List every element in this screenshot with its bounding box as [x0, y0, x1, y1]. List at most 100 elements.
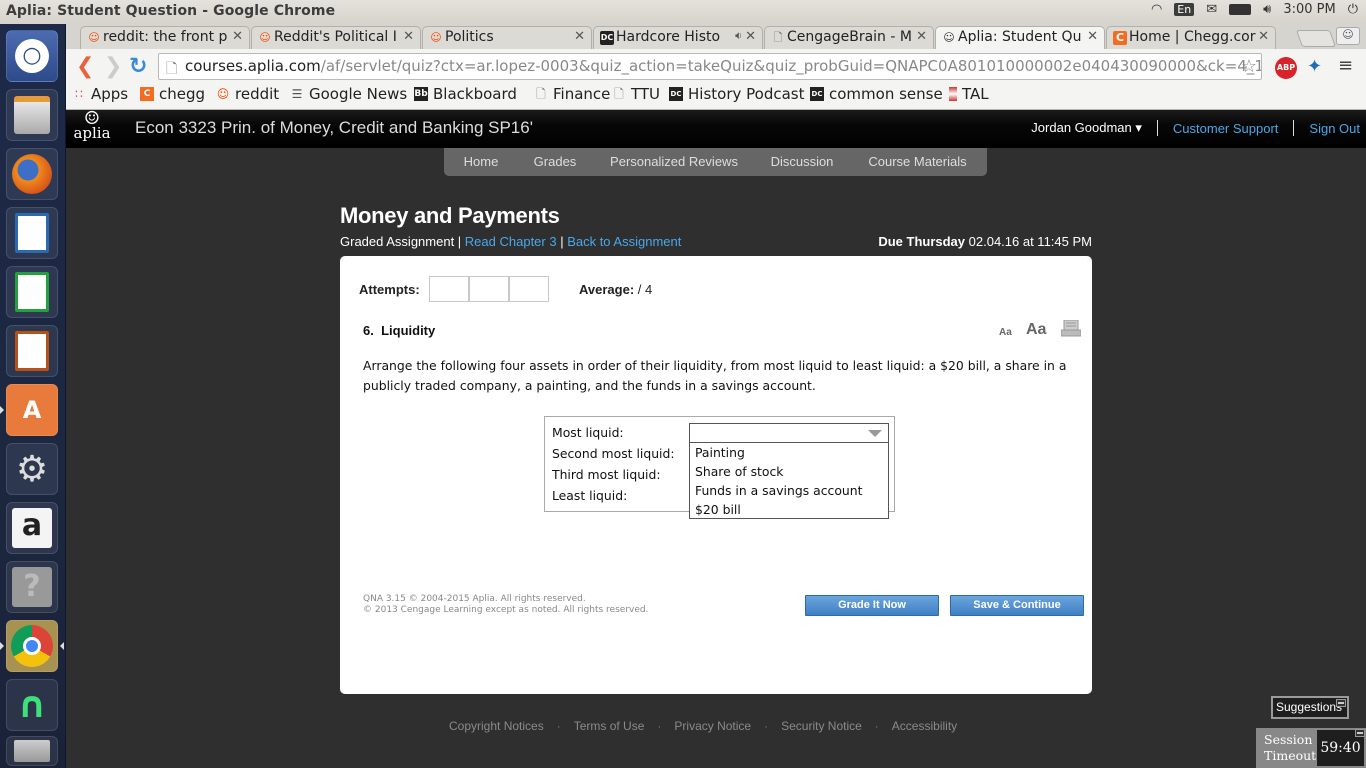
- aplia-header: ☺ aplia Econ 3323 Prin. of Money, Credit …: [66, 110, 1366, 148]
- running-indicator: [0, 642, 4, 650]
- close-tab-icon[interactable]: ✕: [1258, 29, 1269, 44]
- bookmark-finance[interactable]: 🗋 Finance: [534, 85, 610, 103]
- minimize-icon[interactable]: [1355, 729, 1365, 737]
- tab-politics[interactable]: ☺ Politics ✕: [422, 26, 592, 49]
- bookmark-common-sense[interactable]: DC common sense: [810, 85, 943, 103]
- apps-grid-icon: ∷: [75, 87, 83, 101]
- dropdown-option-share-of-stock[interactable]: Share of stock: [695, 464, 783, 479]
- window-title: Aplia: Student Question - Google Chrome: [6, 3, 336, 19]
- bookmarks-bar: ∷ Apps Cchegg ☺ reddit ☰ Google News Bb Blac…: [66, 84, 1366, 110]
- footer-accessibility-link[interactable]: Accessibility: [892, 719, 957, 733]
- firefox-icon[interactable]: [6, 148, 58, 200]
- back-button[interactable]: ❮: [76, 54, 94, 79]
- tab-chegg-home[interactable]: C Home | Chegg.cor ✕: [1106, 26, 1276, 49]
- reddit-icon: ☺: [259, 31, 271, 44]
- dropdown-option-painting[interactable]: Painting: [695, 445, 745, 460]
- most-liquid-select[interactable]: [689, 423, 889, 443]
- profile-button[interactable]: ☺: [1336, 27, 1360, 45]
- bookmark-chegg[interactable]: Cchegg: [140, 85, 205, 103]
- bookmark-google-news[interactable]: ☰ Google News: [290, 85, 408, 103]
- calc-icon[interactable]: [6, 266, 58, 318]
- answer-label-most: Most liquid:: [552, 425, 624, 440]
- file-cabinet-icon[interactable]: [6, 89, 58, 141]
- suggestions-widget[interactable]: Suggestions: [1271, 696, 1349, 719]
- grade-it-now-button[interactable]: Grade It Now: [805, 595, 939, 616]
- dropdown-option-20-bill[interactable]: $20 bill: [695, 502, 741, 517]
- tab-hardcore-history[interactable]: DC Hardcore Histo 🔉︎ ✕: [593, 26, 763, 49]
- bookmark-blackboard[interactable]: Bb Blackboard: [414, 85, 517, 103]
- settings-wrench-icon[interactable]: ⚙: [6, 443, 58, 495]
- reload-button[interactable]: ↻: [129, 54, 147, 79]
- power-icon[interactable]: ⏻: [1348, 2, 1358, 17]
- assignment-type: Graded Assignment: [340, 234, 455, 249]
- close-tab-icon[interactable]: ✕: [232, 29, 243, 44]
- bookmark-apps[interactable]: ∷ Apps: [72, 85, 128, 103]
- new-tab-button[interactable]: [1295, 30, 1337, 47]
- tab-reddit-front[interactable]: ☺ reddit: the front p ✕: [80, 26, 250, 49]
- footer-security-link[interactable]: Security Notice: [781, 719, 862, 733]
- close-tab-icon[interactable]: ✕: [916, 29, 927, 44]
- adblock-plus-icon[interactable]: ABP: [1275, 57, 1297, 79]
- close-tab-icon[interactable]: ✕: [403, 29, 414, 44]
- footer-terms-link[interactable]: Terms of Use: [574, 719, 645, 733]
- nav-personalized-reviews[interactable]: Personalized Reviews: [592, 148, 756, 176]
- dropdown-option-savings-funds[interactable]: Funds in a savings account: [695, 483, 862, 498]
- bookmark-star-icon[interactable]: ☆: [1241, 56, 1257, 77]
- nav-discussion[interactable]: Discussion: [756, 148, 848, 176]
- save-continue-button[interactable]: Save & Continue: [950, 595, 1084, 616]
- writer-icon[interactable]: [6, 207, 58, 259]
- bookmark-tal[interactable]: TAL: [949, 85, 989, 103]
- bookmark-history-podcast[interactable]: DC History Podcast: [669, 85, 804, 103]
- battery-icon[interactable]: [1229, 4, 1252, 15]
- chrome-icon[interactable]: [6, 620, 58, 672]
- clock[interactable]: 3:00 PM: [1283, 2, 1335, 17]
- footer-copyright-link[interactable]: Copyright Notices: [449, 719, 544, 733]
- aplia-page: ☺ aplia Econ 3323 Prin. of Money, Credit …: [66, 110, 1366, 768]
- nav-course-materials[interactable]: Course Materials: [848, 148, 987, 176]
- wifi-icon[interactable]: ◠: [1151, 2, 1162, 17]
- amazon-icon[interactable]: a: [6, 502, 58, 554]
- question-title: 6. Liquidity: [363, 323, 436, 338]
- answer-box: Most liquid: Second most liquid: Third m…: [544, 416, 895, 519]
- close-tab-icon[interactable]: ✕: [574, 29, 585, 44]
- question-mark-icon[interactable]: ?: [6, 561, 58, 613]
- headphones-icon[interactable]: ∩: [6, 679, 58, 731]
- aplia-logo[interactable]: ☺ aplia: [70, 110, 114, 141]
- bookmark-reddit[interactable]: ☺ reddit: [216, 85, 279, 103]
- close-tab-icon[interactable]: ✕: [1087, 29, 1098, 44]
- answer-label-least: Least liquid:: [552, 488, 628, 503]
- nav-home[interactable]: Home: [444, 148, 518, 176]
- chrome-menu-icon[interactable]: ≡: [1338, 55, 1353, 76]
- bookmark-ttu[interactable]: 🗋 TTU: [612, 85, 660, 103]
- font-size-small-button[interactable]: Aa: [999, 327, 1012, 338]
- read-chapter-link[interactable]: Read Chapter 3: [465, 234, 557, 249]
- impress-icon[interactable]: [6, 325, 58, 377]
- os-top-panel: Aplia: Student Question - Google Chrome …: [0, 0, 1366, 24]
- divider: [1156, 120, 1158, 136]
- tab-reddit-political[interactable]: ☺ Reddit's Political I ✕: [251, 26, 421, 49]
- font-size-large-button[interactable]: Aa: [1026, 321, 1046, 339]
- tab-aplia-active[interactable]: ☺ Aplia: Student Qu ✕: [935, 26, 1105, 49]
- extension-icon[interactable]: ✦: [1307, 56, 1322, 77]
- answer-label-second: Second most liquid:: [552, 446, 675, 461]
- forward-button[interactable]: ❯: [104, 54, 122, 79]
- sign-out-link[interactable]: Sign Out: [1309, 121, 1360, 136]
- nav-grades[interactable]: Grades: [518, 148, 592, 176]
- footer-privacy-link[interactable]: Privacy Notice: [674, 719, 751, 733]
- mail-icon[interactable]: ✉: [1206, 2, 1217, 17]
- back-to-assignment-link[interactable]: Back to Assignment: [567, 234, 681, 249]
- tab-cengagebrain[interactable]: 🗋 CengageBrain - M ✕: [764, 26, 934, 49]
- audio-playing-icon[interactable]: 🔉︎: [735, 29, 742, 43]
- keyboard-layout-indicator[interactable]: En: [1174, 3, 1195, 16]
- trash-icon[interactable]: [6, 736, 58, 766]
- dc-icon: DC: [669, 87, 683, 101]
- user-menu[interactable]: Jordan Goodman ▾: [1031, 120, 1142, 136]
- print-icon[interactable]: [1061, 320, 1081, 337]
- address-bar[interactable]: 🗋 courses.aplia.com/af/servlet/quiz?ctx=…: [158, 53, 1262, 80]
- customer-support-link[interactable]: Customer Support: [1173, 121, 1279, 136]
- ubuntu-icon[interactable]: ○: [6, 30, 58, 82]
- volume-icon[interactable]: 🔊︎: [1263, 2, 1271, 17]
- minimize-icon[interactable]: [1336, 699, 1346, 707]
- shopping-bag-icon[interactable]: A: [6, 384, 58, 436]
- close-tab-icon[interactable]: ✕: [745, 29, 756, 44]
